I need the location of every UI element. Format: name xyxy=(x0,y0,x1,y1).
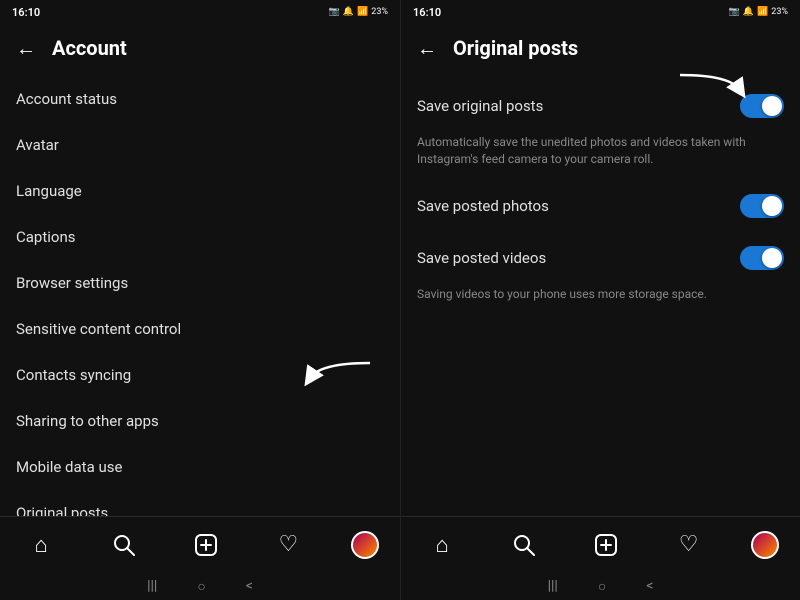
right-nav-search[interactable] xyxy=(504,525,544,565)
left-status-bar: 16:10 📷 🔔 📶 23% xyxy=(0,0,400,24)
left-back-button[interactable]: ← xyxy=(16,36,36,61)
save-posted-videos-toggle[interactable] xyxy=(740,246,784,270)
left-top-bar: ← Account xyxy=(0,24,400,72)
right-nav-likes[interactable]: ♡ xyxy=(669,525,709,565)
menu-item-sharing[interactable]: Sharing to other apps xyxy=(0,398,400,444)
save-original-posts-desc: Automatically save the unedited photos a… xyxy=(401,132,800,180)
menu-item-account-status[interactable]: Account status xyxy=(0,76,400,122)
menu-item-mobile-data[interactable]: Mobile data use xyxy=(0,444,400,490)
right-status-icons: 📷 🔔 📶 23% xyxy=(729,7,788,17)
left-nav-add[interactable] xyxy=(186,525,226,565)
menu-item-original-posts[interactable]: Original posts xyxy=(0,490,400,516)
left-status-icons: 📷 🔔 📶 23% xyxy=(329,7,388,17)
right-android-nav: ||| ○ < xyxy=(401,572,800,600)
save-original-posts-label: Save original posts xyxy=(417,97,543,115)
right-status-bar: 16:10 📷 🔔 📶 23% xyxy=(401,0,800,24)
right-page-title: Original posts xyxy=(453,36,578,60)
left-nav-home[interactable]: ⌂ xyxy=(21,525,61,565)
right-settings-content: Save original posts Automatically save t… xyxy=(401,72,800,516)
right-nav-profile[interactable] xyxy=(751,531,779,559)
menu-item-captions[interactable]: Captions xyxy=(0,214,400,260)
left-page-title: Account xyxy=(52,36,127,60)
left-bottom-nav: ⌂ ♡ xyxy=(0,516,400,572)
right-nav-home[interactable]: ⌂ xyxy=(422,525,462,565)
save-original-posts-row: Save original posts xyxy=(401,80,800,132)
right-phone-panel: 16:10 📷 🔔 📶 23% ← Original posts Save or… xyxy=(400,0,800,600)
right-nav-add[interactable] xyxy=(586,525,626,565)
left-menu-list: Account status Avatar Language Captions … xyxy=(0,72,400,516)
save-posted-photos-row: Save posted photos xyxy=(401,180,800,232)
left-phone-panel: 16:10 📷 🔔 📶 23% ← Account Account status… xyxy=(0,0,400,600)
left-status-time: 16:10 xyxy=(12,6,40,19)
menu-item-sensitive-content[interactable]: Sensitive content control xyxy=(0,306,400,352)
save-posted-photos-toggle[interactable] xyxy=(740,194,784,218)
left-nav-search[interactable] xyxy=(104,525,144,565)
left-nav-likes[interactable]: ♡ xyxy=(268,525,308,565)
save-posted-videos-label: Save posted videos xyxy=(417,249,546,267)
menu-item-language[interactable]: Language xyxy=(0,168,400,214)
right-top-bar: ← Original posts xyxy=(401,24,800,72)
menu-item-contacts-syncing[interactable]: Contacts syncing xyxy=(0,352,400,398)
menu-item-browser-settings[interactable]: Browser settings xyxy=(0,260,400,306)
right-status-time: 16:10 xyxy=(413,6,441,19)
left-android-nav: ||| ○ < xyxy=(0,572,400,600)
right-bottom-nav: ⌂ ♡ xyxy=(401,516,800,572)
left-nav-profile[interactable] xyxy=(351,531,379,559)
save-posted-videos-row: Save posted videos xyxy=(401,232,800,284)
save-posted-photos-label: Save posted photos xyxy=(417,197,549,215)
save-posted-videos-desc: Saving videos to your phone uses more st… xyxy=(401,284,800,315)
save-original-posts-toggle[interactable] xyxy=(740,94,784,118)
right-back-button[interactable]: ← xyxy=(417,36,437,61)
menu-item-avatar[interactable]: Avatar xyxy=(0,122,400,168)
